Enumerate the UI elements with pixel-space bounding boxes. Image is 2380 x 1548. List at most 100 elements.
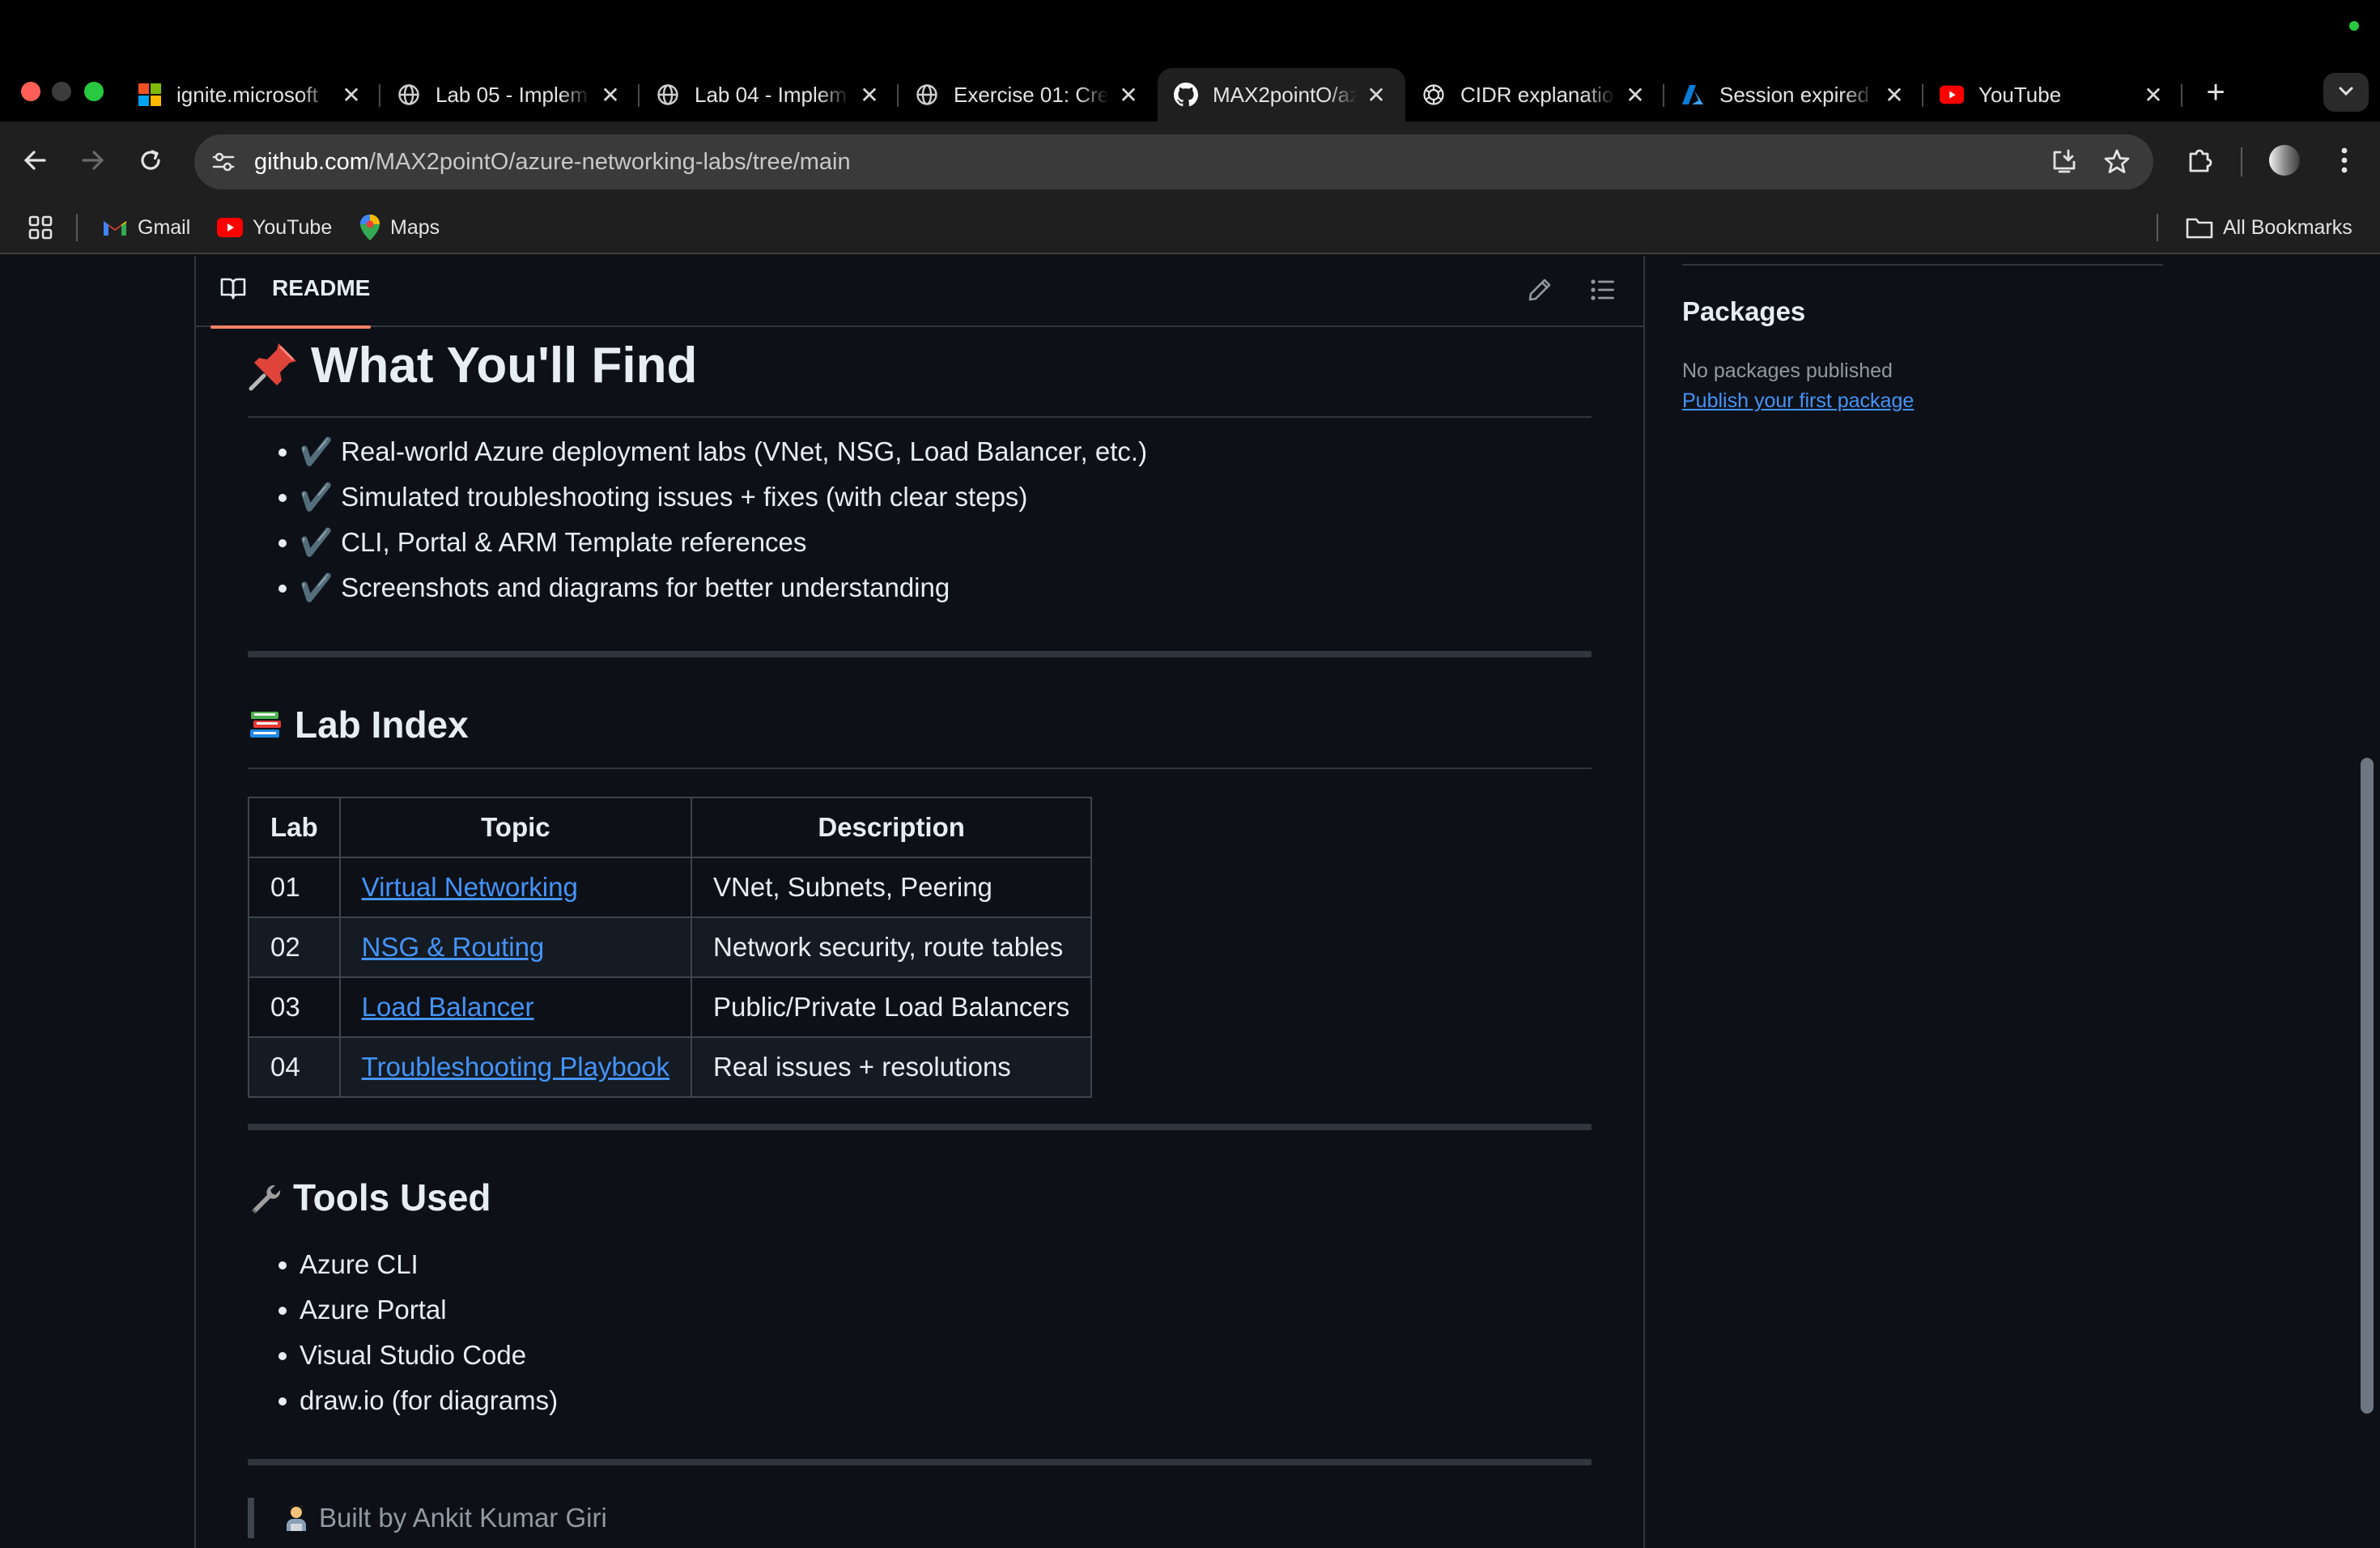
scrollbar-thumb[interactable] [2361, 758, 2374, 1414]
tab-cidr[interactable]: CIDR explanatio ✕ [1405, 68, 1664, 121]
globe-icon [656, 83, 680, 107]
pushpin-icon [248, 340, 300, 392]
find-list: ✔️ Real-world Azure deployment labs (VNet… [248, 429, 1147, 610]
bookmark-gmail[interactable]: Gmail [102, 202, 190, 253]
browser-menu-button[interactable] [2323, 141, 2365, 183]
lab-index-heading: Lab Index [248, 703, 469, 746]
tools-heading-text: Tools Used [293, 1176, 491, 1218]
outline-list-icon[interactable] [1587, 274, 1619, 306]
address-bar[interactable]: github.com/MAX2pointO/azure-networking-l… [194, 134, 2153, 189]
description-cell: VNet, Subnets, Peering [691, 857, 1093, 918]
tab-title: ignite.microsoft [176, 82, 318, 107]
column-header: Lab [248, 797, 341, 858]
apps-grid-icon [28, 215, 53, 240]
microsoft-logo-icon [138, 83, 162, 107]
table-row: 03 Load Balancer Public/Private Load Bal… [248, 976, 1093, 1038]
footer-quote-text: Built by Ankit Kumar Giri [319, 1503, 607, 1533]
maximize-window-button[interactable] [84, 82, 104, 101]
topic-link[interactable]: Troubleshooting Playbook [362, 1052, 669, 1082]
topic-cell: NSG & Routing [338, 916, 693, 978]
table-row: 01 Virtual Networking VNet, Subnets, Pee… [248, 857, 1093, 918]
tab-title: Exercise 01: Cre [954, 82, 1109, 107]
tab-title: Lab 04 - Implem [695, 82, 847, 107]
wrench-icon [248, 1180, 282, 1214]
url-text[interactable]: github.com/MAX2pointO/azure-networking-l… [254, 134, 851, 189]
tab-close-icon[interactable]: ✕ [1365, 82, 1388, 108]
tab-close-icon[interactable]: ✕ [1883, 82, 1906, 108]
tab-session-expired[interactable]: Session expired ✕ [1664, 68, 1923, 121]
topic-link[interactable]: Load Balancer [362, 992, 534, 1022]
tab-close-icon[interactable]: ✕ [1117, 82, 1140, 108]
browser-titlebar: ignite.microsoft ✕ Lab 05 - Implem ✕ Lab… [0, 0, 2380, 134]
back-button[interactable] [15, 141, 57, 183]
minimize-window-button[interactable] [52, 82, 71, 101]
tab-youtube[interactable]: YouTube ✕ [1923, 68, 2182, 121]
bookmark-youtube[interactable]: YouTube [217, 202, 332, 253]
section-divider [248, 651, 1592, 657]
tab-close-icon[interactable]: ✕ [1624, 82, 1647, 108]
chevron-down-icon [2336, 81, 2356, 104]
readme-tab[interactable]: README [210, 256, 372, 329]
tab-title: Lab 05 - Implem [436, 82, 588, 107]
find-heading-text: What You'll Find [311, 338, 698, 393]
list-item: Azure CLI [248, 1242, 558, 1287]
youtube-icon [217, 218, 243, 237]
list-item: Azure Portal [248, 1287, 558, 1333]
tab-exercise-01[interactable]: Exercise 01: Cre ✕ [899, 68, 1158, 121]
all-bookmarks-label: All Bookmarks [2223, 215, 2352, 239]
tab-close-icon[interactable]: ✕ [2142, 82, 2165, 108]
tab-ignite[interactable]: ignite.microsoft ✕ [121, 68, 380, 121]
tab-lab-04[interactable]: Lab 04 - Implem ✕ [640, 68, 899, 121]
browser-toolbar: github.com/MAX2pointO/azure-networking-l… [0, 121, 2380, 202]
globe-icon [397, 83, 421, 107]
tab-title: YouTube [1978, 82, 2062, 107]
readme-header: README [196, 256, 1643, 329]
tab-github-active[interactable]: MAX2pointO/az ✕ [1158, 68, 1405, 121]
bookmark-star-icon[interactable] [2101, 146, 2133, 178]
books-icon [248, 707, 283, 742]
tab-title: MAX2pointO/az [1213, 82, 1357, 107]
install-app-icon[interactable] [2048, 146, 2080, 178]
close-window-button[interactable] [21, 82, 40, 101]
column-header: Description [691, 797, 1093, 858]
sidebar-divider [1682, 264, 2163, 266]
tab-title: CIDR explanatio [1460, 82, 1614, 107]
description-cell: Real issues + resolutions [691, 1036, 1093, 1098]
apps-button[interactable] [28, 202, 63, 253]
topic-link[interactable]: NSG & Routing [362, 932, 545, 962]
kebab-menu-icon [2340, 146, 2349, 179]
publish-package-link[interactable]: Publish your first package [1682, 389, 1914, 413]
tab-close-icon[interactable]: ✕ [599, 82, 622, 108]
tab-close-icon[interactable]: ✕ [340, 82, 363, 108]
bookmark-maps[interactable]: Maps [359, 202, 440, 253]
list-item-text: Simulated troubleshooting issues + fixes… [341, 482, 1028, 512]
lab-number-cell: 02 [248, 916, 341, 978]
url-path: /MAX2pointO/azure-networking-labs/tree/m… [368, 149, 851, 175]
list-item: ✔️ Simulated troubleshooting issues + fix… [248, 474, 1147, 520]
description-cell: Network security, route tables [691, 916, 1093, 978]
tab-lab-05[interactable]: Lab 05 - Implem ✕ [380, 68, 640, 121]
new-tab-button[interactable]: + [2195, 73, 2236, 113]
extensions-button[interactable] [2179, 141, 2221, 183]
site-settings-icon[interactable] [207, 146, 240, 178]
topic-link[interactable]: Virtual Networking [362, 872, 578, 902]
table-header-row: Lab Topic Description [248, 797, 1093, 858]
toolbar-divider [2241, 147, 2242, 176]
heading-rule [248, 416, 1592, 418]
list-item: ✔️ Real-world Azure deployment labs (VNet… [248, 429, 1147, 474]
section-divider [248, 1124, 1592, 1130]
reload-button[interactable] [130, 141, 172, 183]
topic-cell: Virtual Networking [338, 857, 693, 918]
technologist-icon [283, 1504, 309, 1532]
tab-close-icon[interactable]: ✕ [858, 82, 881, 108]
tab-search-button[interactable] [2323, 73, 2369, 112]
forward-button[interactable] [71, 141, 113, 183]
maps-pin-icon [359, 214, 380, 241]
profile-avatar[interactable] [2263, 141, 2306, 183]
check-icon: ✔️ [300, 572, 334, 602]
list-item: draw.io (for diagrams) [248, 1378, 558, 1423]
all-bookmarks-button[interactable]: All Bookmarks [2186, 202, 2352, 253]
tab-title: Session expired [1719, 82, 1869, 107]
pencil-icon[interactable] [1524, 274, 1556, 306]
list-item: Visual Studio Code [248, 1333, 558, 1378]
